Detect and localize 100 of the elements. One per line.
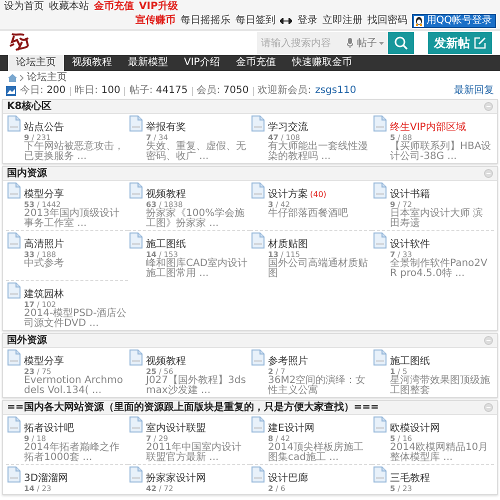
- latest-post-link[interactable]: 36M2空间的演绎：女性主义公寓: [268, 376, 371, 396]
- collapse-icon[interactable]: [484, 169, 493, 178]
- forum-link[interactable]: 设计书籍: [390, 189, 430, 200]
- top-link[interactable]: 每日签到: [235, 15, 276, 27]
- collapse-icon[interactable]: [484, 102, 493, 111]
- latest-post-link[interactable]: 有大师能出一套线性漫染的教程吗 ...: [268, 142, 371, 162]
- forum-link[interactable]: 施工图纸: [146, 239, 186, 250]
- forum-link[interactable]: 视频教程: [146, 356, 186, 367]
- nav-tab[interactable]: 快速赚取金币: [284, 55, 360, 71]
- forum-link[interactable]: 视频教程: [146, 189, 186, 200]
- top-link[interactable]: 设为首页: [4, 1, 44, 13]
- nav-tab[interactable]: 论坛主页: [8, 55, 64, 71]
- top-link[interactable]: 立即注册: [322, 15, 362, 27]
- latest-post-link[interactable]: 2014欧模网精品10月整体模型库 ...: [390, 443, 493, 463]
- forum-link[interactable]: 建E设计网: [268, 423, 314, 434]
- forum-link[interactable]: 设计巴廊: [268, 473, 308, 484]
- latest-post-link[interactable]: 【买师联系列】HBA设计公司-38G ...: [390, 142, 493, 162]
- search-button[interactable]: [388, 32, 414, 54]
- latest-post-link[interactable]: 失效、重复、虚假、无密码、收广 ...: [146, 142, 249, 162]
- microphone-icon[interactable]: [347, 38, 353, 48]
- stat-text: 今日: 200: [20, 85, 66, 97]
- top-link[interactable]: 找回密码: [367, 15, 408, 27]
- latest-post-link[interactable]: 2014年拓者巅峰之作拓者1000套 ...: [24, 443, 127, 463]
- latest-post-link[interactable]: 中式参考: [24, 259, 64, 269]
- qq-login-button[interactable]: 用QQ帐号登录: [412, 14, 496, 28]
- document-icon: [373, 232, 387, 249]
- nav-tab[interactable]: VIP介绍: [176, 55, 228, 71]
- collapse-icon[interactable]: [484, 336, 493, 345]
- breadcrumb-link[interactable]: 论坛主页: [27, 72, 67, 84]
- document-icon: [7, 282, 21, 299]
- forum-link[interactable]: 扮家家设计网: [146, 473, 206, 484]
- stat-text: 帖子: 44175: [129, 85, 188, 97]
- forum-link[interactable]: 站点公告: [24, 122, 64, 133]
- document-icon: [7, 232, 21, 249]
- forum-link[interactable]: 3D溜溜网: [24, 473, 68, 484]
- top-link[interactable]: 金币充值: [94, 1, 134, 13]
- chart-icon: [6, 86, 16, 96]
- member-link[interactable]: zsgs110: [315, 85, 356, 97]
- document-icon: [129, 466, 143, 483]
- top-link[interactable]: 登录: [297, 15, 318, 27]
- latest-post-link[interactable]: 星河湾带效果图顶级施工图整套: [390, 376, 493, 396]
- forum-link[interactable]: 室内设计联盟: [146, 423, 206, 434]
- latest-post-link[interactable]: 2014顶尖样板房施工图集cad施工 ...: [268, 443, 371, 463]
- top-link[interactable]: 宣传赚币: [135, 15, 176, 27]
- top-link[interactable]: 每日摇摇乐: [180, 15, 230, 27]
- latest-replies-link[interactable]: 最新回复: [454, 85, 494, 97]
- nav-tab[interactable]: 金币充值: [228, 55, 284, 71]
- search-icon: [394, 36, 408, 50]
- latest-post-link[interactable]: 峰和图库CAD室内设计施工图常用 ...: [146, 259, 249, 279]
- forum-link[interactable]: 设计方案: [268, 189, 308, 200]
- forum-link[interactable]: 材质贴图: [268, 239, 308, 250]
- latest-post-link[interactable]: 2014-模型PSD-酒店公司源文件DVD ...: [24, 309, 127, 329]
- forum-link[interactable]: 参考照片: [268, 356, 308, 367]
- nav-tab[interactable]: 视频教程: [64, 55, 120, 71]
- latest-post-link[interactable]: 牛仔部落西餐酒吧: [268, 209, 348, 219]
- stat-text: 欢迎新会员:: [258, 85, 312, 97]
- latest-post-link[interactable]: 扮家家《100%学会施工图》扮家家 ...: [146, 209, 249, 229]
- forum-link[interactable]: 拓者设计吧: [24, 423, 74, 434]
- nav-tab[interactable]: 最新模型: [120, 55, 176, 71]
- forum-link[interactable]: 举报有奖: [146, 122, 186, 133]
- forum-link[interactable]: 模型分享: [24, 356, 64, 367]
- forum-link[interactable]: 模型分享: [24, 189, 64, 200]
- forum-link[interactable]: 设计软件: [390, 239, 430, 250]
- forum-link[interactable]: 欧模设计网: [390, 423, 440, 434]
- collapse-icon[interactable]: [484, 403, 493, 412]
- new-count: (40): [310, 190, 326, 199]
- document-icon: [373, 466, 387, 483]
- home-icon[interactable]: [8, 74, 17, 82]
- section-title: 国内资源: [7, 168, 47, 179]
- latest-post-link[interactable]: 全景制作软件Pano2VR pro4.5.0特 ...: [390, 259, 493, 279]
- top-link[interactable]: 收藏本站: [49, 1, 89, 13]
- latest-post-link[interactable]: 国外公司高端通材质贴图: [268, 259, 371, 279]
- document-icon: [251, 232, 265, 249]
- top-link[interactable]: VIP升级: [139, 1, 178, 13]
- latest-post-link[interactable]: 2011年中国室内设计联盟官方最新 ...: [146, 443, 249, 463]
- double-arrow-icon[interactable]: [280, 18, 292, 24]
- latest-post-link[interactable]: 日本室内设计大师 滨田寿遗: [390, 209, 493, 229]
- latest-post-link[interactable]: J027【国外教程】3ds max沙发建 ...: [146, 376, 249, 396]
- latest-post-link[interactable]: Evermotion Archmodels Vol.134( ...: [24, 376, 127, 396]
- latest-post-link[interactable]: 2013年国内顶级设计事务工作室 ...: [24, 209, 127, 229]
- forum-link[interactable]: 三毛教程: [390, 473, 430, 484]
- section-title: ==国内各大网站资源（里面的资源跟上面版块是重复的，只是方便大家查找）===: [7, 402, 379, 413]
- section-title: 国外资源: [7, 335, 47, 346]
- scope-dropdown[interactable]: 帖子: [353, 36, 388, 50]
- document-icon: [251, 466, 265, 483]
- section-title: K8核心区: [7, 101, 52, 112]
- latest-post-link[interactable]: 下午网站被恶意攻击，已更换服务 ...: [24, 142, 127, 162]
- edit-icon: [474, 37, 486, 49]
- forum-link[interactable]: 终生VIP内部区域: [390, 122, 466, 133]
- forum-link[interactable]: 学习交流: [268, 122, 308, 133]
- document-icon: [7, 466, 21, 483]
- forum-link[interactable]: 高清照片: [24, 239, 64, 250]
- forum-link[interactable]: 建筑园林: [24, 289, 64, 300]
- caret-icon: [379, 42, 384, 44]
- document-icon: [129, 232, 143, 249]
- new-post-button[interactable]: 发新帖: [428, 32, 492, 54]
- stat-text: 会员: 7050: [196, 85, 249, 97]
- forum-link[interactable]: 施工图纸: [390, 356, 430, 367]
- chevron-icon: [20, 75, 24, 81]
- penguin-icon: [414, 16, 424, 26]
